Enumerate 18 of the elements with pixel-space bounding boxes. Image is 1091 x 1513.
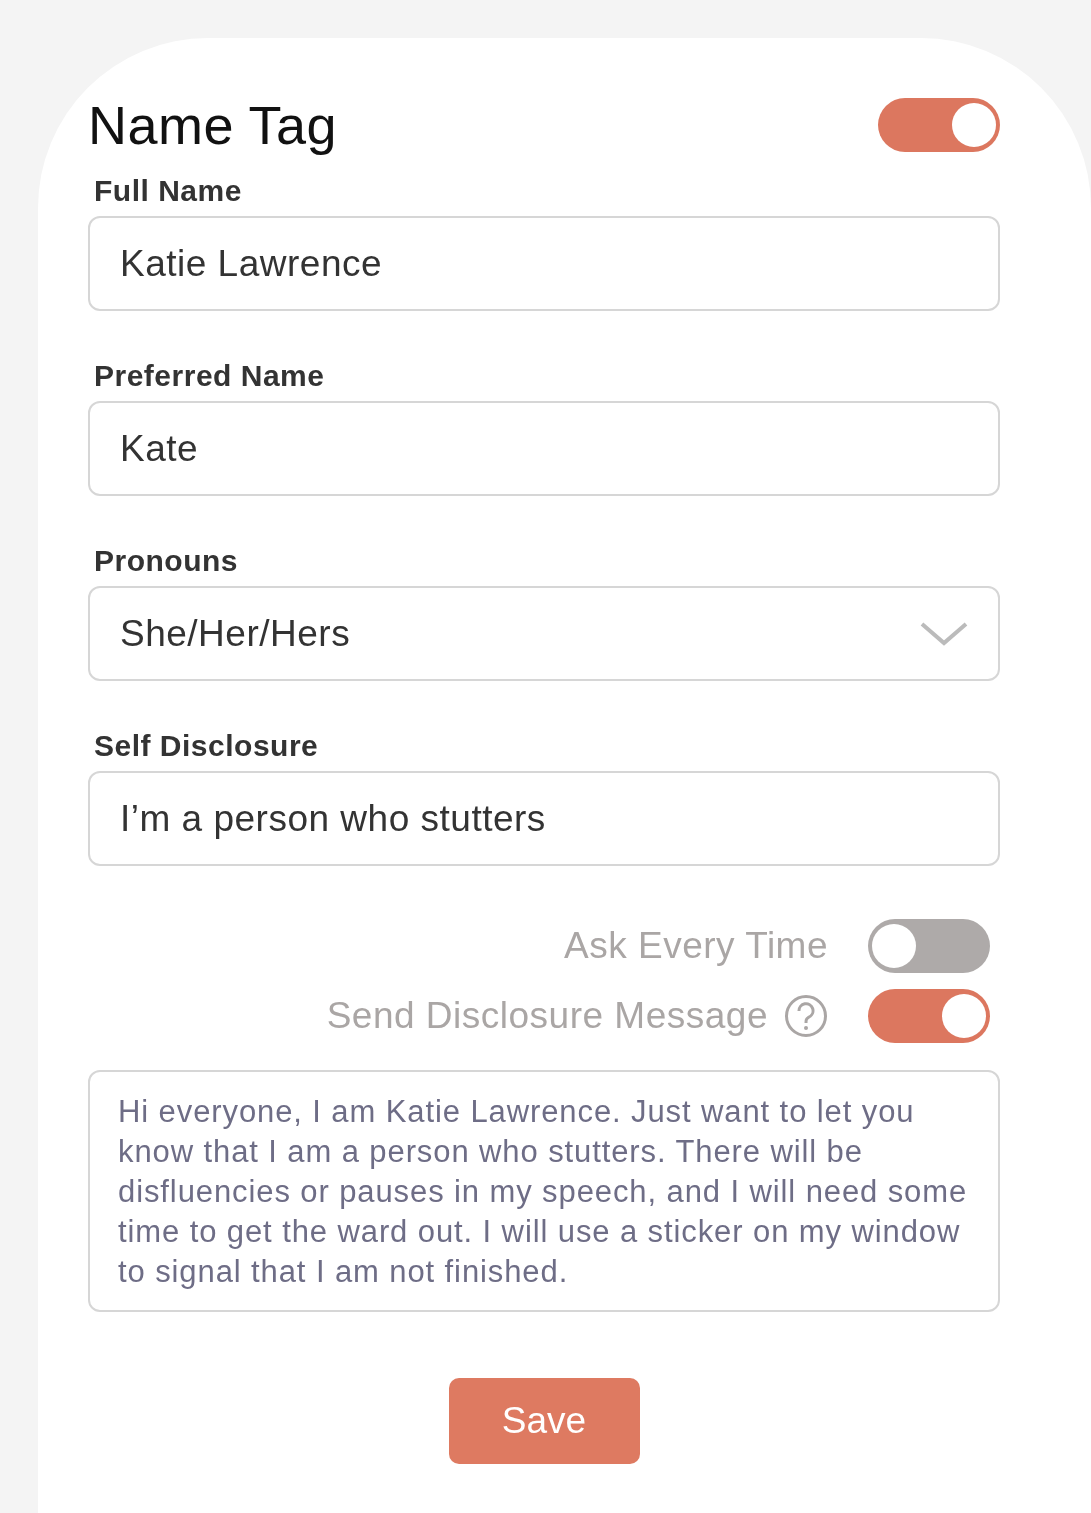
field-label: Pronouns <box>94 544 238 578</box>
dropdown-value: She/Her/Hers <box>120 612 351 655</box>
option-label: Send Disclosure Message <box>326 995 768 1037</box>
chevron-down-icon <box>920 620 968 647</box>
toggle-switch[interactable] <box>868 989 990 1043</box>
dropdown-field[interactable]: She/Her/Hers <box>88 586 1000 681</box>
field-label: Full Name <box>94 174 242 208</box>
message-field[interactable]: Hi everyone, I am Katie Lawrence. Just want to let you know that I am a person who stutters. There will be disfluencies or pauses in my speech, and I will need some time to get the ward out. I will use a sticker on my window to signal that I am not finished. <box>88 1070 1000 1312</box>
toggle-switch[interactable] <box>868 919 990 973</box>
input-field[interactable]: Katie Lawrence <box>88 216 1000 311</box>
option-label: Ask Every Time <box>564 925 828 967</box>
toggle-switch[interactable] <box>878 98 1000 152</box>
field-label: Self Disclosure <box>94 729 319 763</box>
help-icon[interactable] <box>784 994 828 1038</box>
page-title: Name Tag <box>88 94 338 156</box>
input-field[interactable]: Kate <box>88 401 1000 496</box>
field-label: Preferred Name <box>94 359 325 393</box>
input-field[interactable]: I’m a person who stutters <box>88 771 1000 866</box>
